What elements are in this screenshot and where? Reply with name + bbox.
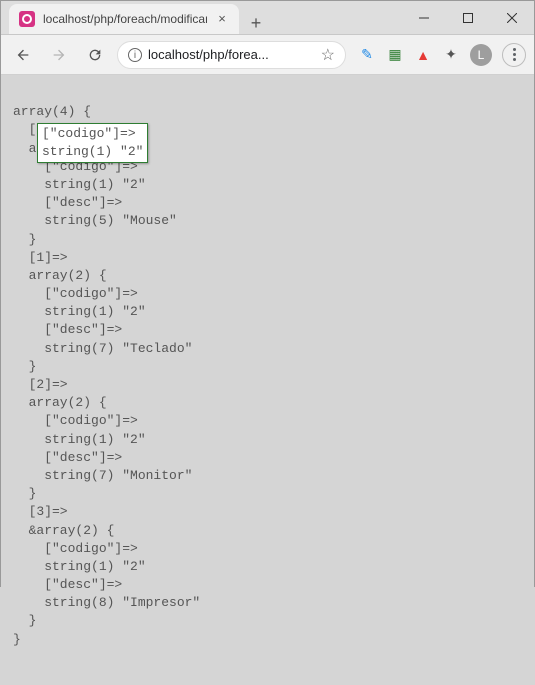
extension-icons: ✎ ▦ ▲ ✦ L — [354, 43, 526, 67]
dump-root-open: array(4) { — [13, 104, 91, 119]
extensions-puzzle-icon[interactable]: ✦ — [442, 46, 460, 64]
dump-line: } — [13, 232, 36, 247]
dump-line: string(1) "2" — [13, 177, 146, 192]
dump-line: [2]=> — [13, 377, 68, 392]
browser-toolbar: i localhost/php/forea... ☆ ✎ ▦ ▲ ✦ L — [1, 35, 534, 75]
dump-line: } — [13, 613, 36, 628]
dump-line: [1]=> — [13, 250, 68, 265]
highlight-overlay: ["codigo"]=> string(1) "2" — [37, 123, 148, 163]
profile-avatar[interactable]: L — [470, 44, 492, 66]
dump-line: ["desc"]=> — [13, 577, 122, 592]
dump-line: string(7) "Teclado" — [13, 341, 192, 356]
new-tab-button[interactable]: + — [243, 13, 269, 34]
chrome-menu-button[interactable] — [502, 43, 526, 67]
minimize-button[interactable] — [402, 1, 446, 35]
reload-button[interactable] — [81, 41, 109, 69]
browser-tab[interactable]: localhost/php/foreach/modificar × — [9, 4, 239, 34]
tab-title: localhost/php/foreach/modificar — [43, 12, 207, 26]
forward-button[interactable] — [45, 41, 73, 69]
extension-icon-bell[interactable]: ▲ — [414, 46, 432, 64]
dump-line: } — [13, 486, 36, 501]
window-controls — [402, 1, 534, 34]
url-text: localhost/php/forea... — [148, 47, 315, 62]
dump-line: string(8) "Impresor" — [13, 595, 200, 610]
back-button[interactable] — [9, 41, 37, 69]
address-bar[interactable]: i localhost/php/forea... ☆ — [117, 41, 346, 69]
site-info-icon[interactable]: i — [128, 48, 142, 62]
dump-line: string(1) "2" — [13, 432, 146, 447]
close-window-button[interactable] — [490, 1, 534, 35]
extension-icon-box[interactable]: ▦ — [386, 46, 404, 64]
dump-line: [3]=> — [13, 504, 68, 519]
dump-line: array(2) { — [13, 268, 107, 283]
dump-line: ["desc"]=> — [13, 195, 122, 210]
dump-line: string(1) "2" — [13, 304, 146, 319]
favicon-icon — [19, 11, 35, 27]
dump-line: ["codigo"]=> — [13, 413, 138, 428]
page-content: array(4) { [0]=> array(2) { ["codigo"]=>… — [1, 75, 534, 588]
tab-strip: localhost/php/foreach/modificar × + — [1, 1, 402, 34]
highlight-line: string(1) "2" — [42, 144, 143, 159]
dump-line: &array(2) { — [13, 523, 114, 538]
close-tab-button[interactable]: × — [215, 12, 229, 26]
dump-line: ["codigo"]=> — [13, 541, 138, 556]
highlight-line: ["codigo"]=> — [42, 126, 136, 141]
dump-line: } — [13, 359, 36, 374]
dump-line: ["desc"]=> — [13, 450, 122, 465]
dump-root-close: } — [13, 632, 21, 647]
dump-line: ["desc"]=> — [13, 322, 122, 337]
dump-line: string(1) "2" — [13, 559, 146, 574]
maximize-button[interactable] — [446, 1, 490, 35]
bookmark-star-icon[interactable]: ☆ — [321, 45, 335, 65]
dump-line: array(2) { — [13, 395, 107, 410]
dump-line: ["codigo"]=> — [13, 286, 138, 301]
window-titlebar: localhost/php/foreach/modificar × + — [1, 1, 534, 35]
dump-line: string(5) "Mouse" — [13, 213, 177, 228]
extension-icon-pen[interactable]: ✎ — [358, 46, 376, 64]
dump-line: string(7) "Monitor" — [13, 468, 192, 483]
